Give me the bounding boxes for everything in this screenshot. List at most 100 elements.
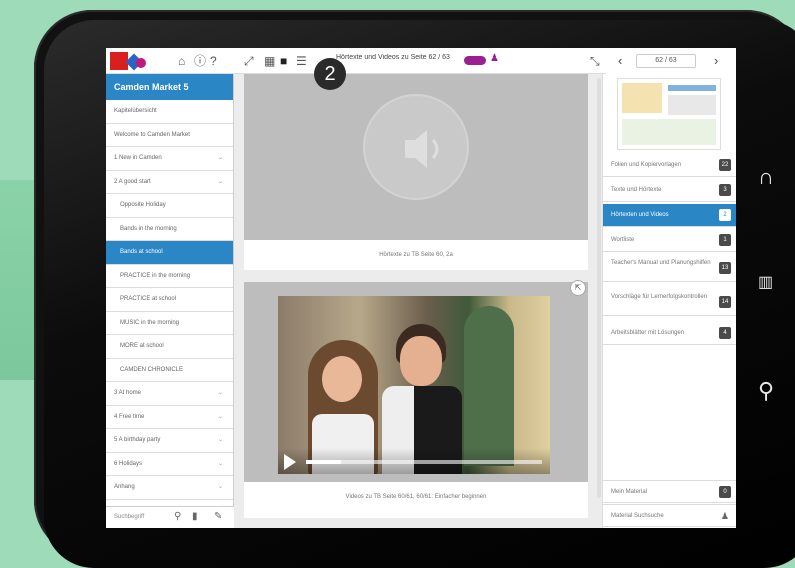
speaker-icon[interactable]	[363, 94, 469, 200]
material-category-label: Texte und Hörtexte	[611, 187, 662, 193]
sidebar-item-label: PRACTICE in the morning	[120, 272, 191, 279]
sidebar-list: Kapitelübersicht Welcome to Camden Market…	[106, 100, 233, 500]
sidebar-item-label: 4 Free time	[114, 413, 145, 420]
chevron-down-icon[interactable]: ⌄	[218, 476, 223, 499]
sidebar-item-label: MUSIC in the morning	[120, 319, 180, 326]
sidebar-item-label: 6 Holidays	[114, 460, 143, 467]
sidebar-item-label: 5 A birthday party	[114, 437, 161, 443]
info-icon[interactable]: ⓘ	[194, 53, 206, 69]
material-category[interactable]: Folien und Kopiervorlagen 22	[603, 154, 736, 177]
video-frame	[244, 282, 588, 482]
audio-caption: Hörtexte zu TB Seite 60, 2a	[379, 252, 453, 258]
sidebar-item[interactable]: CAMDEN CHRONICLE	[106, 359, 233, 382]
next-page-icon[interactable]: ›	[714, 53, 718, 68]
open-external-icon[interactable]: ⇱	[570, 280, 586, 296]
sidebar-item[interactable]: Kapitelübersicht	[106, 100, 233, 124]
page-navigator: ‹ 62 / 63 ›	[606, 48, 736, 74]
sidebar-item-label: 3 At home	[114, 390, 142, 396]
sidebar-item[interactable]: 6 Holidays ⌄	[106, 453, 233, 476]
chevron-down-icon[interactable]: ⌄	[218, 147, 223, 170]
sidebar-title: Camden Market 5	[106, 74, 233, 100]
home-icon[interactable]: ⌂	[178, 53, 185, 69]
panel-footer-item[interactable]: Mein Material 0	[603, 480, 736, 503]
material-panel: Folien und Kopiervorlagen 22 Texte und Hör…	[602, 74, 736, 528]
count-badge: 3	[719, 184, 731, 196]
material-category[interactable]: Wortliste 1	[603, 229, 736, 252]
search-icon[interactable]: ⚲	[758, 378, 774, 404]
material-category-label: Teacher's Manual und Planungshilfen	[611, 260, 711, 266]
sidebar-item[interactable]: Bands at school	[106, 241, 233, 265]
sidebar-item[interactable]: 1 New in Camden ⌄	[106, 147, 233, 171]
chevron-down-icon[interactable]: ⌄	[218, 171, 223, 194]
chevron-down-icon[interactable]: ⌄	[218, 406, 223, 429]
help-icon[interactable]: ?	[210, 53, 217, 69]
sidebar-item-label: 2 A good start	[114, 178, 151, 185]
sidebar-item-label: Kapitelübersicht	[114, 108, 157, 114]
search-field[interactable]: Suchbegriff	[114, 514, 144, 520]
prev-page-icon[interactable]: ‹	[618, 53, 622, 68]
material-category-label: Hörtexten und Videos	[611, 212, 669, 218]
audio-card: Hörtexte zu TB Seite 60, 2a	[244, 74, 588, 270]
material-category[interactable]: Arbeitsblätter mit Lösungen 4	[603, 322, 736, 345]
step-badge: 2	[314, 58, 346, 90]
panel-footer-label: Material Suchsuche	[611, 513, 664, 519]
single-view-icon[interactable]: ■	[280, 53, 287, 69]
page-indicator[interactable]: 62 / 63	[636, 54, 696, 68]
sidebar-item[interactable]: Anhang ⌄	[106, 476, 233, 500]
play-icon[interactable]	[284, 454, 296, 470]
sidebar-item-label: 1 New in Camden	[114, 155, 162, 161]
sidebar-item[interactable]: Opposite Holiday	[106, 194, 233, 218]
material-category[interactable]: Vorschläge für Lernerfolgskontrollen 14	[603, 288, 736, 316]
chevron-down-icon[interactable]: ⌄	[218, 429, 223, 452]
material-category-label: Wortliste	[611, 237, 635, 243]
sidebar-item[interactable]: PRACTICE at school	[106, 288, 233, 312]
chevron-down-icon[interactable]: ⌄	[218, 382, 223, 405]
page-thumbnail[interactable]	[617, 78, 721, 150]
material-category[interactable]: Teacher's Manual und Planungshilfen 13	[603, 254, 736, 282]
bookmark-icon[interactable]: ▮	[192, 511, 198, 522]
grid-view-icon[interactable]: ▦	[264, 53, 275, 69]
sidebar-item[interactable]: MUSIC in the morning	[106, 312, 233, 335]
sidebar-item-label: Opposite Holiday	[120, 202, 166, 208]
panel-footer-item[interactable]: Material Suchsuche ♟	[603, 504, 736, 527]
sidebar-item[interactable]: 4 Free time ⌄	[106, 406, 233, 429]
book-icon[interactable]: ▥	[758, 272, 773, 292]
count-badge: 1	[719, 234, 731, 246]
material-category-label: Vorschläge für Lernerfolgskontrollen	[611, 294, 708, 300]
count-badge: 13	[719, 262, 731, 274]
content-scrollbar[interactable]	[597, 78, 601, 498]
sidebar-item-label: Welcome to Camden Market	[114, 131, 190, 138]
sidebar-item[interactable]: 2 A good start ⌄	[106, 171, 233, 194]
sidebar-item[interactable]: 5 A birthday party ⌄	[106, 429, 233, 453]
view-toggle[interactable]	[464, 56, 486, 65]
fullscreen-icon[interactable]: ⤡	[590, 53, 600, 69]
sidebar-item[interactable]: MORE at school	[106, 335, 233, 359]
video-progress-bar[interactable]	[306, 460, 542, 464]
count-badge: 2	[719, 209, 731, 221]
sidebar-item[interactable]: Bands in the morning	[106, 218, 233, 241]
material-category-label: Folien und Kopiervorlagen	[611, 162, 682, 168]
list-view-icon[interactable]: ☰	[296, 53, 307, 69]
chevron-down-icon[interactable]: ⌄	[218, 453, 223, 476]
material-category-label: Arbeitsblätter mit Lösungen	[611, 330, 685, 336]
expand-icon[interactable]: ⤢	[244, 53, 254, 69]
video-player[interactable]	[278, 296, 550, 474]
sidebar-item-label: Bands in the morning	[120, 225, 177, 232]
audio-player[interactable]	[244, 74, 588, 240]
search-icon[interactable]: ⚲	[174, 511, 181, 522]
user-icon[interactable]: ♟	[490, 53, 499, 64]
count-badge: 22	[719, 159, 731, 171]
sidebar-item[interactable]: PRACTICE in the morning	[106, 265, 233, 288]
sidebar-item[interactable]: Welcome to Camden Market	[106, 124, 233, 147]
note-icon[interactable]: ✎	[214, 511, 222, 522]
app-screen: ⌂ ⓘ ? ⤢ ▦ ■ ☰ Hörtexte und Videos zu Sei…	[106, 48, 736, 528]
sidebar-item[interactable]: 3 At home ⌄	[106, 382, 233, 406]
sidebar-item-label: Anhang	[114, 484, 135, 490]
video-card: ⇱ Videos zu TB Seite 60/61, 60/61: Einfa…	[244, 280, 588, 518]
material-category[interactable]: Hörtexten und Videos 2	[603, 204, 736, 227]
content-area: Hörtexte zu TB Seite 60, 2a ⇱ Videos zu …	[234, 74, 602, 528]
chapter-sidebar: Camden Market 5 Kapitelübersicht Welcome …	[106, 74, 234, 528]
back-icon[interactable]: ∩	[758, 164, 774, 190]
material-category[interactable]: Texte und Hörtexte 3	[603, 179, 736, 202]
top-toolbar: ⌂ ⓘ ? ⤢ ▦ ■ ☰ Hörtexte und Videos zu Sei…	[106, 48, 736, 74]
